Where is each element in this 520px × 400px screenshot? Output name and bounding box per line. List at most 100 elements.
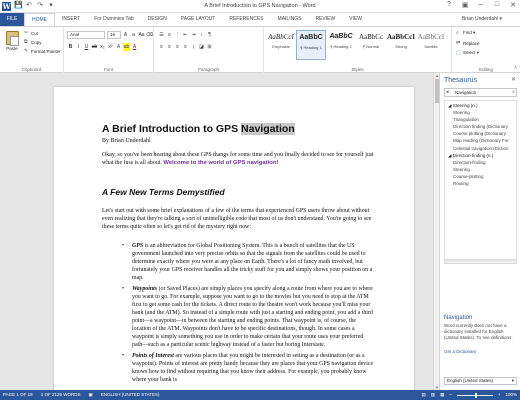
paste-button[interactable]: Paste	[4, 31, 20, 55]
tab-review[interactable]: REVIEW	[308, 13, 342, 26]
web-layout-icon[interactable]: ▦	[440, 390, 444, 400]
close-button[interactable]: ✕	[508, 1, 518, 9]
text-effects-icon[interactable]: A	[115, 43, 122, 51]
bold-icon[interactable]: B	[67, 43, 74, 51]
synonym-item[interactable]: Steering	[445, 109, 516, 116]
shrink-font-icon[interactable]: a	[130, 31, 137, 39]
get-dictionary-link[interactable]: Get a Dictionary	[444, 349, 476, 354]
style-heading-2[interactable]: AaBbC ¶ Heading 2	[326, 30, 356, 60]
align-right-icon[interactable]: ≡	[174, 43, 181, 51]
multilevel-list-icon[interactable]: ⋮	[174, 31, 181, 39]
ribbon-display-icon[interactable]: ▣	[460, 1, 470, 9]
document-page[interactable]: A Brief Introduction to GPS Navigation B…	[54, 87, 414, 390]
tab-insert[interactable]: INSERT	[55, 13, 87, 26]
print-layout-icon[interactable]: ▥	[431, 390, 435, 400]
synonym-item[interactable]: Steering	[445, 166, 516, 173]
superscript-icon[interactable]: x²	[107, 43, 114, 51]
collapse-ribbon-icon[interactable]: ˄	[514, 65, 517, 71]
cut-button[interactable]: ✂ Cut	[24, 31, 38, 37]
increase-indent-icon[interactable]: ⇥	[190, 31, 197, 39]
font-name-select[interactable]: Arial	[67, 31, 105, 39]
selected-word[interactable]: Navigation	[241, 123, 295, 135]
synonym-item[interactable]: Direction-finding	[445, 159, 516, 166]
tab-page-layout[interactable]: PAGE LAYOUT	[174, 13, 223, 26]
synonym-item[interactable]: Course-plotting	[445, 173, 516, 180]
bullets-icon[interactable]: ☰	[158, 31, 165, 39]
sort-icon[interactable]: ↕	[198, 31, 205, 39]
synonym-item[interactable]: Direction finding (Dictionary	[445, 123, 516, 130]
minimize-button[interactable]: –	[476, 1, 486, 9]
line-spacing-icon[interactable]: ↨	[190, 43, 197, 51]
style-normal[interactable]: AaBbCc ¶ Normal	[356, 30, 386, 60]
maximize-button[interactable]: □	[492, 1, 502, 9]
proofing-icon[interactable]: ▣	[88, 390, 92, 400]
subscript-icon[interactable]: x₂	[99, 43, 106, 51]
italic-icon[interactable]: I	[75, 43, 82, 51]
align-left-icon[interactable]: ≡	[158, 43, 165, 51]
strikethrough-icon[interactable]: ab	[91, 43, 98, 51]
tab-for-dummies[interactable]: For Dummies Tab	[87, 13, 140, 26]
user-account[interactable]: Brian Underdahl ▾	[462, 13, 502, 26]
format-painter-button[interactable]: ✎ Format Painter	[24, 49, 61, 55]
zoom-in-button[interactable]: +	[498, 390, 501, 400]
help-icon[interactable]: ?	[444, 1, 454, 9]
synonym-list[interactable]: ◢ Steering (n.) Steering Triangulation D…	[444, 100, 517, 260]
tab-file[interactable]: FILE	[0, 13, 24, 26]
back-arrow-icon[interactable]: ◂	[446, 89, 449, 96]
underline-icon[interactable]: U	[83, 43, 90, 51]
style-strong[interactable]: AaBbCcI Strong	[386, 30, 416, 60]
read-mode-icon[interactable]: ▤	[422, 390, 426, 400]
search-icon[interactable]: ⌕	[512, 89, 515, 96]
grow-font-icon[interactable]: A	[122, 31, 129, 39]
numbering-icon[interactable]: ≡	[166, 31, 173, 39]
synonym-item[interactable]: Map reading (Dictionary For	[445, 137, 516, 144]
language-select[interactable]: English (United States) ▾	[444, 377, 517, 385]
status-language[interactable]: ENGLISH (UNITED STATES)	[101, 390, 160, 400]
zoom-out-button[interactable]: –	[449, 390, 452, 400]
tab-references[interactable]: REFERENCES	[222, 13, 270, 26]
word-count[interactable]: 1 OF 2126 WORDS	[41, 390, 81, 400]
tab-home[interactable]: HOME	[24, 12, 55, 27]
thesaurus-pane: Thesaurus ✕ ◂ Navigation ⌕ ◢ Steering (n…	[439, 73, 520, 390]
style-subtitle[interactable]: AaBbCcI Subtitle	[416, 30, 446, 60]
font-size-select[interactable]: 16	[107, 31, 121, 39]
close-pane-icon[interactable]: ✕	[511, 76, 516, 83]
borders-icon[interactable]: ⊞	[206, 43, 213, 51]
zoom-slider[interactable]	[456, 392, 493, 398]
clear-format-icon[interactable]: ⌫	[146, 31, 153, 39]
page-count[interactable]: PAGE 1 OF 18	[3, 390, 33, 400]
pane-horizontal-scrollbar[interactable]	[444, 260, 517, 264]
find-button[interactable]: ⌕ Find ▾	[456, 30, 475, 36]
copy-button[interactable]: ⧉ Copy	[24, 40, 42, 46]
shading-icon[interactable]: ◪	[198, 43, 205, 51]
select-button[interactable]: ⬚ Select ▾	[456, 50, 479, 56]
tab-design[interactable]: DESIGN	[141, 13, 174, 26]
style-name: ¶ Heading 2	[330, 44, 352, 49]
find-label: Find ▾	[463, 30, 476, 35]
styles-group: AaBbCcI Emphasis AaBbC ¶ Heading 1 AaBbC ¶ …	[264, 27, 452, 73]
change-case-icon[interactable]: Aa	[138, 31, 145, 39]
replace-button[interactable]: ⇄ Replace	[456, 40, 480, 46]
document-area[interactable]: A Brief Introduction to GPS Navigation B…	[0, 73, 438, 390]
synonym-item[interactable]: Course plotting (Dictionary	[445, 130, 516, 137]
synonym-item[interactable]: Routing	[445, 180, 516, 187]
zoom-level[interactable]: 100%	[505, 390, 517, 400]
synonym-item[interactable]: Triangulation	[445, 116, 516, 123]
thesaurus-search-input[interactable]: ◂ Navigation ⌕	[444, 88, 517, 97]
font-color-icon[interactable]: A	[131, 43, 138, 51]
align-center-icon[interactable]: ≡	[166, 43, 173, 51]
tab-view[interactable]: VIEW	[342, 13, 369, 26]
synonym-category[interactable]: ◢ Direction-finding (n.)	[445, 152, 516, 159]
search-query: Navigation	[455, 90, 477, 95]
zoom-knob[interactable]	[474, 392, 477, 398]
highlight-icon[interactable]: ab	[123, 43, 130, 51]
show-marks-icon[interactable]: ¶	[206, 31, 213, 39]
style-heading-1[interactable]: AaBbC ¶ Heading 1	[296, 30, 326, 60]
synonym-item[interactable]: Celestial navigation (Diction	[445, 145, 516, 152]
paste-label: Paste	[6, 46, 18, 51]
synonym-category[interactable]: ◢ Steering (n.)	[445, 102, 516, 109]
tab-mailings[interactable]: MAILINGS	[271, 13, 309, 26]
justify-icon[interactable]: ≡	[182, 43, 189, 51]
style-emphasis[interactable]: AaBbCcI Emphasis	[266, 30, 296, 60]
decrease-indent-icon[interactable]: ⇤	[182, 31, 189, 39]
